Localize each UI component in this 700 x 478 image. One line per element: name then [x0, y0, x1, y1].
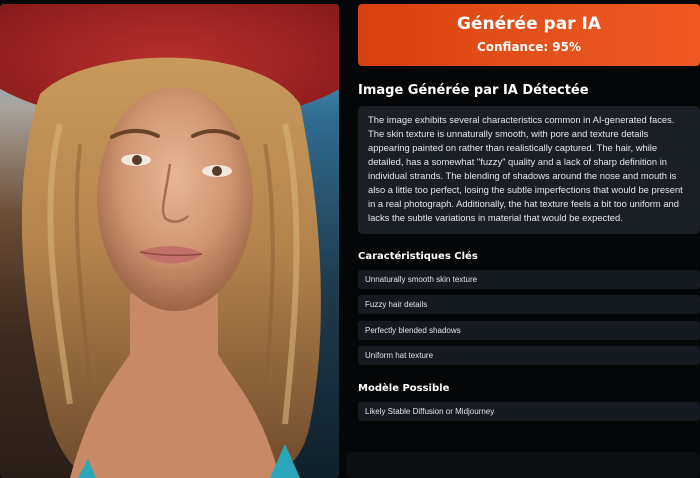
feature-item: Unnaturally smooth skin texture: [358, 270, 700, 289]
verdict-banner: Générée par IA Confiance: 95%: [358, 4, 700, 66]
analysis-heading: Image Générée par IA Détectée: [358, 83, 589, 98]
key-features-heading: Caractéristiques Clés: [358, 251, 478, 262]
analyzed-image: [0, 4, 339, 478]
possible-model-heading: Modèle Possible: [358, 383, 450, 394]
feature-item: Uniform hat texture: [358, 346, 700, 365]
portrait-illustration: [0, 4, 339, 478]
confidence-score: Confiance: 95%: [476, 40, 582, 54]
verdict-title: Générée par IA: [457, 14, 601, 34]
feature-item: Fuzzy hair details: [358, 295, 700, 314]
possible-model-value: Likely Stable Diffusion or Midjourney: [358, 402, 700, 421]
analysis-description: The image exhibits several characteristi…: [358, 106, 700, 234]
bottom-bar: [346, 452, 700, 478]
feature-item: Perfectly blended shadows: [358, 321, 700, 340]
